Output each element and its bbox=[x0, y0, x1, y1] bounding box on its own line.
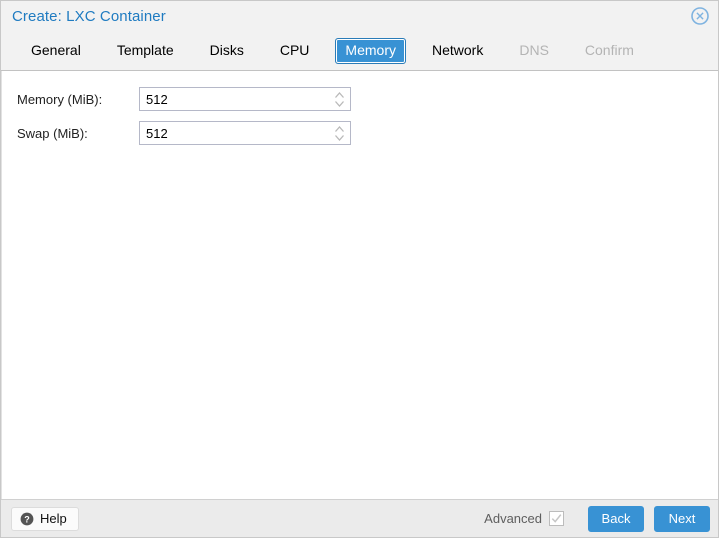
tab-cpu[interactable]: CPU bbox=[270, 38, 320, 64]
advanced-label: Advanced bbox=[484, 511, 542, 526]
tab-disks[interactable]: Disks bbox=[200, 38, 254, 64]
memory-label: Memory (MiB): bbox=[17, 91, 103, 107]
spinner-updown-icon[interactable] bbox=[332, 124, 346, 143]
next-button[interactable]: Next bbox=[654, 505, 710, 532]
help-button[interactable]: ? Help bbox=[11, 506, 79, 531]
tab-bar: General Template Disks CPU Memory Networ… bbox=[1, 31, 718, 71]
dialog-title: Create: LXC Container bbox=[12, 7, 166, 25]
swap-label: Swap (MiB): bbox=[17, 125, 88, 141]
memory-spinner-field[interactable] bbox=[139, 87, 351, 111]
tab-template[interactable]: Template bbox=[107, 38, 184, 64]
swap-spinner-field[interactable] bbox=[139, 121, 351, 145]
memory-settings-panel: Memory (MiB): Swap (MiB): bbox=[1, 71, 718, 499]
tab-dns: DNS bbox=[519, 41, 549, 58]
dialog-footer: ? Help Advanced Back Next bbox=[1, 499, 718, 537]
dialog-header: Create: LXC Container bbox=[1, 1, 718, 31]
close-icon[interactable] bbox=[690, 6, 710, 26]
swap-input[interactable] bbox=[140, 122, 350, 144]
memory-field-row: Memory (MiB): bbox=[2, 85, 718, 113]
tab-memory[interactable]: Memory bbox=[335, 37, 406, 64]
swap-field-row: Swap (MiB): bbox=[2, 119, 718, 147]
advanced-checkbox[interactable] bbox=[549, 511, 564, 526]
help-button-label: Help bbox=[40, 511, 67, 526]
tab-general[interactable]: General bbox=[21, 38, 91, 64]
create-lxc-container-dialog: Create: LXC Container General Template D… bbox=[0, 0, 719, 538]
question-circle-icon: ? bbox=[20, 512, 34, 526]
memory-input[interactable] bbox=[140, 88, 350, 110]
back-button[interactable]: Back bbox=[588, 505, 644, 532]
tab-network[interactable]: Network bbox=[422, 38, 493, 64]
svg-text:?: ? bbox=[24, 514, 30, 524]
spinner-updown-icon[interactable] bbox=[332, 90, 346, 109]
tab-confirm: Confirm bbox=[584, 41, 634, 58]
